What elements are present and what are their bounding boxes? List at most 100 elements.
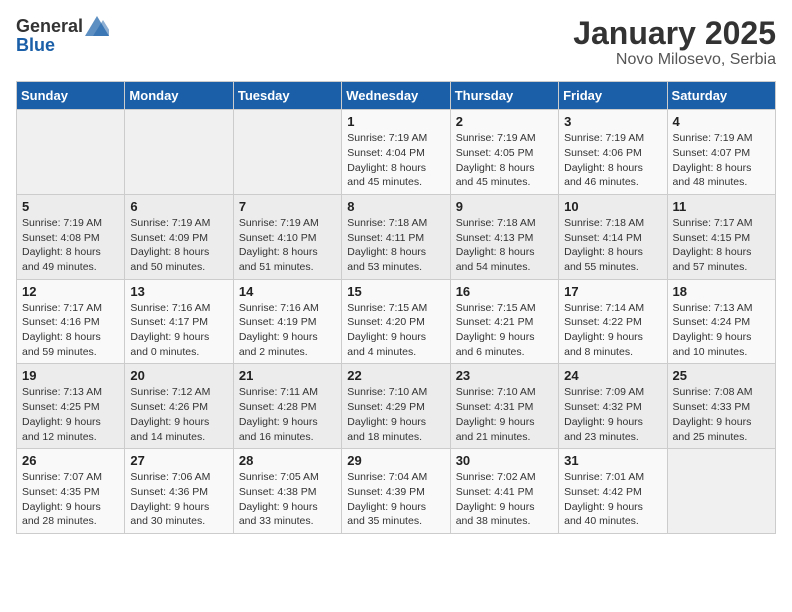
calendar-cell: 27 Sunrise: 7:06 AM Sunset: 4:36 PM Dayli… [125,449,233,534]
day-info: Sunrise: 7:17 AM Sunset: 4:16 PM Dayligh… [22,301,119,360]
day-number: 5 [22,199,119,214]
day-number: 20 [130,368,227,383]
calendar-cell: 6Sunrise: 7:19 AM Sunset: 4:09 PM Daylig… [125,194,233,279]
day-number: 7 [239,199,336,214]
calendar-cell: 7 Sunrise: 7:19 AM Sunset: 4:10 PM Daylig… [233,194,341,279]
logo-text-blue: Blue [16,35,55,55]
calendar-day-header: Monday [125,82,233,110]
day-info: Sunrise: 7:19 AM Sunset: 4:06 PM Dayligh… [564,131,661,190]
day-info: Sunrise: 7:18 AM Sunset: 4:11 PM Dayligh… [347,216,444,275]
day-number: 12 [22,284,119,299]
calendar-cell: 28Sunrise: 7:05 AM Sunset: 4:38 PM Dayli… [233,449,341,534]
calendar-day-header: Sunday [17,82,125,110]
calendar-cell [233,110,341,195]
day-number: 30 [456,453,553,468]
day-number: 8 [347,199,444,214]
day-number: 27 [130,453,227,468]
calendar-cell: 15 Sunrise: 7:15 AM Sunset: 4:20 PM Dayli… [342,279,450,364]
calendar-cell: 21 Sunrise: 7:11 AM Sunset: 4:28 PM Dayli… [233,364,341,449]
day-info: Sunrise: 7:05 AM Sunset: 4:38 PM Dayligh… [239,470,336,529]
day-info: Sunrise: 7:01 AM Sunset: 4:42 PM Dayligh… [564,470,661,529]
day-number: 14 [239,284,336,299]
day-info: Sunrise: 7:19 AM Sunset: 4:04 PM Dayligh… [347,131,444,190]
day-number: 21 [239,368,336,383]
day-info: Sunrise: 7:06 AM Sunset: 4:36 PM Dayligh… [130,470,227,529]
calendar-cell: 24Sunrise: 7:09 AM Sunset: 4:32 PM Dayli… [559,364,667,449]
calendar-cell: 16 Sunrise: 7:15 AM Sunset: 4:21 PM Dayli… [450,279,558,364]
day-info: Sunrise: 7:19 AM Sunset: 4:09 PM Dayligh… [130,216,227,275]
calendar-cell: 4 Sunrise: 7:19 AM Sunset: 4:07 PM Daylig… [667,110,775,195]
calendar-cell: 11Sunrise: 7:17 AM Sunset: 4:15 PM Dayli… [667,194,775,279]
calendar-day-header: Wednesday [342,82,450,110]
day-info: Sunrise: 7:12 AM Sunset: 4:26 PM Dayligh… [130,385,227,444]
calendar-cell: 1Sunrise: 7:19 AM Sunset: 4:04 PM Daylig… [342,110,450,195]
calendar-cell [125,110,233,195]
day-info: Sunrise: 7:18 AM Sunset: 4:13 PM Dayligh… [456,216,553,275]
day-info: Sunrise: 7:16 AM Sunset: 4:17 PM Dayligh… [130,301,227,360]
day-info: Sunrise: 7:15 AM Sunset: 4:20 PM Dayligh… [347,301,444,360]
calendar-cell: 12 Sunrise: 7:17 AM Sunset: 4:16 PM Dayli… [17,279,125,364]
day-info: Sunrise: 7:13 AM Sunset: 4:24 PM Dayligh… [673,301,770,360]
calendar-cell: 23 Sunrise: 7:10 AM Sunset: 4:31 PM Dayli… [450,364,558,449]
day-info: Sunrise: 7:19 AM Sunset: 4:10 PM Dayligh… [239,216,336,275]
day-number: 23 [456,368,553,383]
day-number: 4 [673,114,770,129]
calendar-week-row: 12 Sunrise: 7:17 AM Sunset: 4:16 PM Dayli… [17,279,776,364]
calendar-cell: 9Sunrise: 7:18 AM Sunset: 4:13 PM Daylig… [450,194,558,279]
day-number: 3 [564,114,661,129]
day-info: Sunrise: 7:19 AM Sunset: 4:08 PM Dayligh… [22,216,119,275]
calendar-cell: 3 Sunrise: 7:19 AM Sunset: 4:06 PM Daylig… [559,110,667,195]
calendar-cell: 31Sunrise: 7:01 AM Sunset: 4:42 PM Dayli… [559,449,667,534]
day-number: 10 [564,199,661,214]
calendar-week-row: 26 Sunrise: 7:07 AM Sunset: 4:35 PM Dayli… [17,449,776,534]
day-info: Sunrise: 7:07 AM Sunset: 4:35 PM Dayligh… [22,470,119,529]
calendar-cell: 30Sunrise: 7:02 AM Sunset: 4:41 PM Dayli… [450,449,558,534]
logo: General Blue [16,16,109,56]
day-number: 29 [347,453,444,468]
day-number: 2 [456,114,553,129]
day-info: Sunrise: 7:14 AM Sunset: 4:22 PM Dayligh… [564,301,661,360]
calendar-day-header: Saturday [667,82,775,110]
calendar-cell [667,449,775,534]
logo-text-general: General [16,17,83,35]
day-info: Sunrise: 7:10 AM Sunset: 4:29 PM Dayligh… [347,385,444,444]
page-subtitle: Novo Milosevo, Serbia [573,51,776,69]
calendar-day-header: Tuesday [233,82,341,110]
calendar-cell: 26 Sunrise: 7:07 AM Sunset: 4:35 PM Dayli… [17,449,125,534]
day-number: 17 [564,284,661,299]
day-info: Sunrise: 7:10 AM Sunset: 4:31 PM Dayligh… [456,385,553,444]
calendar-header-row: SundayMondayTuesdayWednesdayThursdayFrid… [17,82,776,110]
calendar-week-row: 1Sunrise: 7:19 AM Sunset: 4:04 PM Daylig… [17,110,776,195]
day-info: Sunrise: 7:08 AM Sunset: 4:33 PM Dayligh… [673,385,770,444]
calendar-cell: 17 Sunrise: 7:14 AM Sunset: 4:22 PM Dayli… [559,279,667,364]
calendar-table: SundayMondayTuesdayWednesdayThursdayFrid… [16,81,776,534]
calendar-week-row: 19Sunrise: 7:13 AM Sunset: 4:25 PM Dayli… [17,364,776,449]
day-info: Sunrise: 7:16 AM Sunset: 4:19 PM Dayligh… [239,301,336,360]
day-info: Sunrise: 7:18 AM Sunset: 4:14 PM Dayligh… [564,216,661,275]
day-number: 16 [456,284,553,299]
day-info: Sunrise: 7:19 AM Sunset: 4:07 PM Dayligh… [673,131,770,190]
calendar-cell: 18Sunrise: 7:13 AM Sunset: 4:24 PM Dayli… [667,279,775,364]
day-info: Sunrise: 7:15 AM Sunset: 4:21 PM Dayligh… [456,301,553,360]
calendar-cell [17,110,125,195]
day-number: 19 [22,368,119,383]
day-info: Sunrise: 7:11 AM Sunset: 4:28 PM Dayligh… [239,385,336,444]
calendar-day-header: Friday [559,82,667,110]
day-info: Sunrise: 7:04 AM Sunset: 4:39 PM Dayligh… [347,470,444,529]
day-info: Sunrise: 7:19 AM Sunset: 4:05 PM Dayligh… [456,131,553,190]
day-number: 26 [22,453,119,468]
day-info: Sunrise: 7:17 AM Sunset: 4:15 PM Dayligh… [673,216,770,275]
calendar-day-header: Thursday [450,82,558,110]
calendar-week-row: 5 Sunrise: 7:19 AM Sunset: 4:08 PM Daylig… [17,194,776,279]
calendar-cell: 5 Sunrise: 7:19 AM Sunset: 4:08 PM Daylig… [17,194,125,279]
calendar-cell: 13Sunrise: 7:16 AM Sunset: 4:17 PM Dayli… [125,279,233,364]
logo-icon [85,16,109,36]
calendar-cell: 22Sunrise: 7:10 AM Sunset: 4:29 PM Dayli… [342,364,450,449]
day-number: 24 [564,368,661,383]
title-area: January 2025 Novo Milosevo, Serbia [573,16,776,69]
day-number: 25 [673,368,770,383]
page-header: General Blue January 2025 Novo Milosevo,… [16,16,776,69]
calendar-cell: 19Sunrise: 7:13 AM Sunset: 4:25 PM Dayli… [17,364,125,449]
calendar-cell: 29 Sunrise: 7:04 AM Sunset: 4:39 PM Dayli… [342,449,450,534]
day-number: 15 [347,284,444,299]
